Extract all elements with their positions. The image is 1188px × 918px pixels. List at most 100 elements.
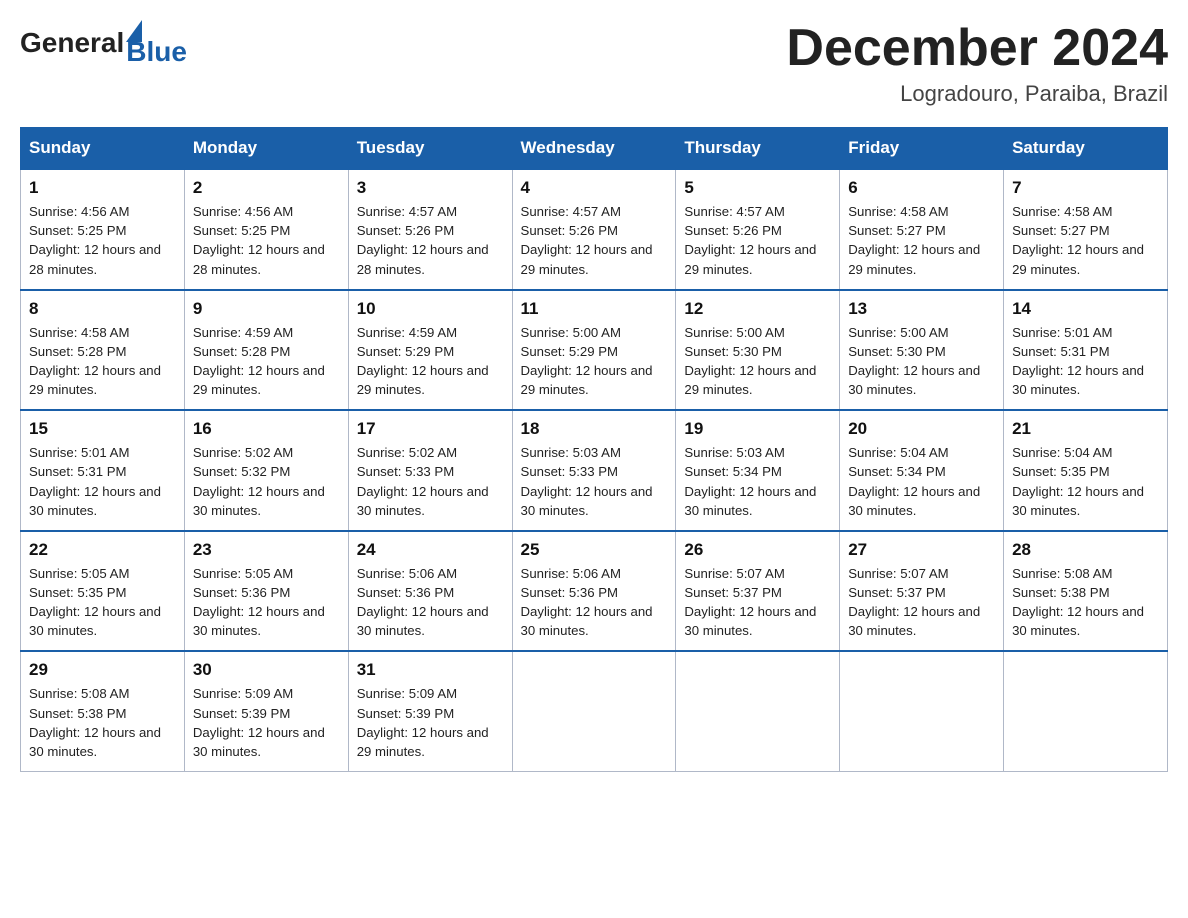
calendar-cell: 21 Sunrise: 5:04 AMSunset: 5:35 PMDayligh…	[1004, 410, 1168, 531]
calendar-cell: 16 Sunrise: 5:02 AMSunset: 5:32 PMDayligh…	[184, 410, 348, 531]
calendar-cell: 7 Sunrise: 4:58 AMSunset: 5:27 PMDaylight…	[1004, 169, 1168, 290]
calendar-cell: 13 Sunrise: 5:00 AMSunset: 5:30 PMDayligh…	[840, 290, 1004, 411]
day-number: 5	[684, 178, 831, 198]
day-number: 29	[29, 660, 176, 680]
header-day-sunday: Sunday	[21, 128, 185, 170]
calendar-table: SundayMondayTuesdayWednesdayThursdayFrid…	[20, 127, 1168, 772]
day-number: 18	[521, 419, 668, 439]
calendar-cell: 27 Sunrise: 5:07 AMSunset: 5:37 PMDayligh…	[840, 531, 1004, 652]
day-detail: Sunrise: 5:00 AMSunset: 5:29 PMDaylight:…	[521, 323, 668, 400]
day-detail: Sunrise: 5:00 AMSunset: 5:30 PMDaylight:…	[848, 323, 995, 400]
calendar-cell: 6Sunrise: 4:58 AMSunset: 5:27 PMDaylight…	[840, 169, 1004, 290]
calendar-cell: 30Sunrise: 5:09 AMSunset: 5:39 PMDayligh…	[184, 651, 348, 771]
header-day-thursday: Thursday	[676, 128, 840, 170]
week-row-1: 1 Sunrise: 4:56 AMSunset: 5:25 PMDaylight…	[21, 169, 1168, 290]
day-number: 12	[684, 299, 831, 319]
day-detail: Sunrise: 5:06 AMSunset: 5:36 PMDaylight:…	[357, 564, 504, 641]
calendar-cell: 3Sunrise: 4:57 AMSunset: 5:26 PMDaylight…	[348, 169, 512, 290]
calendar-cell: 22 Sunrise: 5:05 AMSunset: 5:35 PMDayligh…	[21, 531, 185, 652]
calendar-cell: 20Sunrise: 5:04 AMSunset: 5:34 PMDayligh…	[840, 410, 1004, 531]
calendar-cell	[512, 651, 676, 771]
location-subtitle: Logradouro, Paraiba, Brazil	[786, 81, 1168, 107]
calendar-cell: 4 Sunrise: 4:57 AMSunset: 5:26 PMDaylight…	[512, 169, 676, 290]
day-number: 1	[29, 178, 176, 198]
month-title: December 2024	[786, 20, 1168, 77]
day-detail: Sunrise: 4:57 AMSunset: 5:26 PMDaylight:…	[521, 202, 668, 279]
calendar-cell: 29 Sunrise: 5:08 AMSunset: 5:38 PMDayligh…	[21, 651, 185, 771]
header-day-tuesday: Tuesday	[348, 128, 512, 170]
calendar-cell: 26Sunrise: 5:07 AMSunset: 5:37 PMDayligh…	[676, 531, 840, 652]
day-number: 19	[684, 419, 831, 439]
header-day-monday: Monday	[184, 128, 348, 170]
calendar-cell: 10Sunrise: 4:59 AMSunset: 5:29 PMDayligh…	[348, 290, 512, 411]
header-row: SundayMondayTuesdayWednesdayThursdayFrid…	[21, 128, 1168, 170]
day-number: 7	[1012, 178, 1159, 198]
day-number: 28	[1012, 540, 1159, 560]
title-area: December 2024 Logradouro, Paraiba, Brazi…	[786, 20, 1168, 107]
calendar-cell	[676, 651, 840, 771]
day-detail: Sunrise: 5:09 AMSunset: 5:39 PMDaylight:…	[193, 684, 340, 761]
day-detail: Sunrise: 5:09 AMSunset: 5:39 PMDaylight:…	[357, 684, 504, 761]
day-detail: Sunrise: 5:05 AMSunset: 5:35 PMDaylight:…	[29, 564, 176, 641]
day-number: 15	[29, 419, 176, 439]
day-detail: Sunrise: 4:58 AMSunset: 5:27 PMDaylight:…	[848, 202, 995, 279]
day-number: 24	[357, 540, 504, 560]
day-number: 20	[848, 419, 995, 439]
day-number: 31	[357, 660, 504, 680]
calendar-cell: 18 Sunrise: 5:03 AMSunset: 5:33 PMDayligh…	[512, 410, 676, 531]
day-number: 22	[29, 540, 176, 560]
day-detail: Sunrise: 4:58 AMSunset: 5:27 PMDaylight:…	[1012, 202, 1159, 279]
week-row-4: 22 Sunrise: 5:05 AMSunset: 5:35 PMDayligh…	[21, 531, 1168, 652]
calendar-cell: 2Sunrise: 4:56 AMSunset: 5:25 PMDaylight…	[184, 169, 348, 290]
calendar-cell: 1 Sunrise: 4:56 AMSunset: 5:25 PMDaylight…	[21, 169, 185, 290]
page-header: General Blue December 2024 Logradouro, P…	[20, 20, 1168, 107]
day-detail: Sunrise: 5:02 AMSunset: 5:33 PMDaylight:…	[357, 443, 504, 520]
day-number: 25	[521, 540, 668, 560]
day-number: 9	[193, 299, 340, 319]
calendar-cell: 24 Sunrise: 5:06 AMSunset: 5:36 PMDayligh…	[348, 531, 512, 652]
day-number: 4	[521, 178, 668, 198]
day-detail: Sunrise: 5:07 AMSunset: 5:37 PMDaylight:…	[848, 564, 995, 641]
day-detail: Sunrise: 4:57 AMSunset: 5:26 PMDaylight:…	[357, 202, 504, 279]
day-detail: Sunrise: 4:59 AMSunset: 5:28 PMDaylight:…	[193, 323, 340, 400]
day-number: 26	[684, 540, 831, 560]
day-number: 16	[193, 419, 340, 439]
day-number: 13	[848, 299, 995, 319]
calendar-cell: 15 Sunrise: 5:01 AMSunset: 5:31 PMDayligh…	[21, 410, 185, 531]
calendar-cell: 14Sunrise: 5:01 AMSunset: 5:31 PMDayligh…	[1004, 290, 1168, 411]
calendar-cell: 19 Sunrise: 5:03 AMSunset: 5:34 PMDayligh…	[676, 410, 840, 531]
header-day-friday: Friday	[840, 128, 1004, 170]
calendar-cell: 11Sunrise: 5:00 AMSunset: 5:29 PMDayligh…	[512, 290, 676, 411]
logo-general-text: General	[20, 27, 124, 59]
day-detail: Sunrise: 5:05 AMSunset: 5:36 PMDaylight:…	[193, 564, 340, 641]
day-detail: Sunrise: 5:04 AMSunset: 5:35 PMDaylight:…	[1012, 443, 1159, 520]
week-row-3: 15 Sunrise: 5:01 AMSunset: 5:31 PMDayligh…	[21, 410, 1168, 531]
day-detail: Sunrise: 4:57 AMSunset: 5:26 PMDaylight:…	[684, 202, 831, 279]
header-day-wednesday: Wednesday	[512, 128, 676, 170]
calendar-cell: 28Sunrise: 5:08 AMSunset: 5:38 PMDayligh…	[1004, 531, 1168, 652]
calendar-cell	[840, 651, 1004, 771]
day-detail: Sunrise: 4:59 AMSunset: 5:29 PMDaylight:…	[357, 323, 504, 400]
day-detail: Sunrise: 4:56 AMSunset: 5:25 PMDaylight:…	[193, 202, 340, 279]
logo-blue-part: Blue	[126, 20, 187, 66]
day-detail: Sunrise: 5:03 AMSunset: 5:33 PMDaylight:…	[521, 443, 668, 520]
calendar-cell: 17Sunrise: 5:02 AMSunset: 5:33 PMDayligh…	[348, 410, 512, 531]
calendar-cell: 8 Sunrise: 4:58 AMSunset: 5:28 PMDaylight…	[21, 290, 185, 411]
day-number: 8	[29, 299, 176, 319]
day-number: 23	[193, 540, 340, 560]
day-number: 27	[848, 540, 995, 560]
day-detail: Sunrise: 4:56 AMSunset: 5:25 PMDaylight:…	[29, 202, 176, 279]
day-number: 21	[1012, 419, 1159, 439]
calendar-cell: 12Sunrise: 5:00 AMSunset: 5:30 PMDayligh…	[676, 290, 840, 411]
week-row-5: 29 Sunrise: 5:08 AMSunset: 5:38 PMDayligh…	[21, 651, 1168, 771]
calendar-cell	[1004, 651, 1168, 771]
day-detail: Sunrise: 4:58 AMSunset: 5:28 PMDaylight:…	[29, 323, 176, 400]
day-detail: Sunrise: 5:02 AMSunset: 5:32 PMDaylight:…	[193, 443, 340, 520]
logo-blue-text: Blue	[126, 38, 187, 66]
day-detail: Sunrise: 5:08 AMSunset: 5:38 PMDaylight:…	[29, 684, 176, 761]
day-detail: Sunrise: 5:03 AMSunset: 5:34 PMDaylight:…	[684, 443, 831, 520]
calendar-cell: 5 Sunrise: 4:57 AMSunset: 5:26 PMDaylight…	[676, 169, 840, 290]
day-detail: Sunrise: 5:01 AMSunset: 5:31 PMDaylight:…	[29, 443, 176, 520]
day-detail: Sunrise: 5:01 AMSunset: 5:31 PMDaylight:…	[1012, 323, 1159, 400]
calendar-cell: 23 Sunrise: 5:05 AMSunset: 5:36 PMDayligh…	[184, 531, 348, 652]
